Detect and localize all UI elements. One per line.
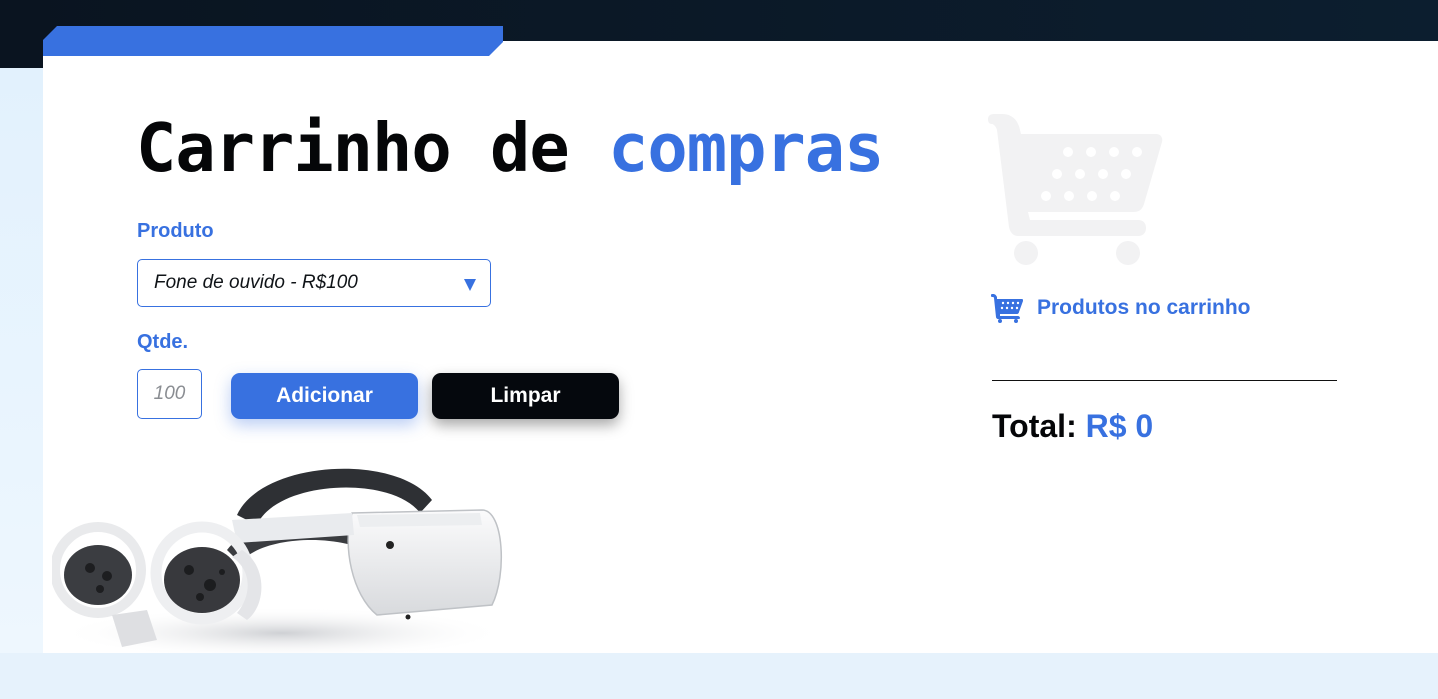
quantity-label: Qtde. <box>137 331 189 353</box>
cart-heading: Produtos no carrinho <box>991 292 1251 324</box>
shopping-cart-icon <box>991 294 1023 323</box>
total-label: Total: <box>992 408 1086 444</box>
cart-heading-label: Produtos no carrinho <box>1037 296 1251 319</box>
page-title: Carrinho de compras <box>136 108 884 188</box>
shopping-cart-icon <box>988 114 1163 265</box>
product-select-value: Fone de ouvido - R$100 <box>154 272 358 293</box>
card-tab-accent <box>43 26 503 56</box>
cart-total: Total: R$ 0 <box>992 408 1153 445</box>
product-label: Produto <box>137 220 214 242</box>
divider <box>992 380 1337 381</box>
background-gradient <box>0 68 43 653</box>
total-value: R$ 0 <box>1085 408 1154 444</box>
product-select[interactable]: Fone de ouvido - R$100 <box>137 259 491 307</box>
add-button[interactable]: Adicionar <box>231 373 418 419</box>
page-title-accent: compras <box>608 109 884 187</box>
quantity-input[interactable] <box>137 369 202 419</box>
vr-headset-image <box>52 468 507 653</box>
chevron-down-icon <box>464 279 476 291</box>
page-title-main: Carrinho de <box>136 109 609 187</box>
clear-button[interactable]: Limpar <box>432 373 619 419</box>
